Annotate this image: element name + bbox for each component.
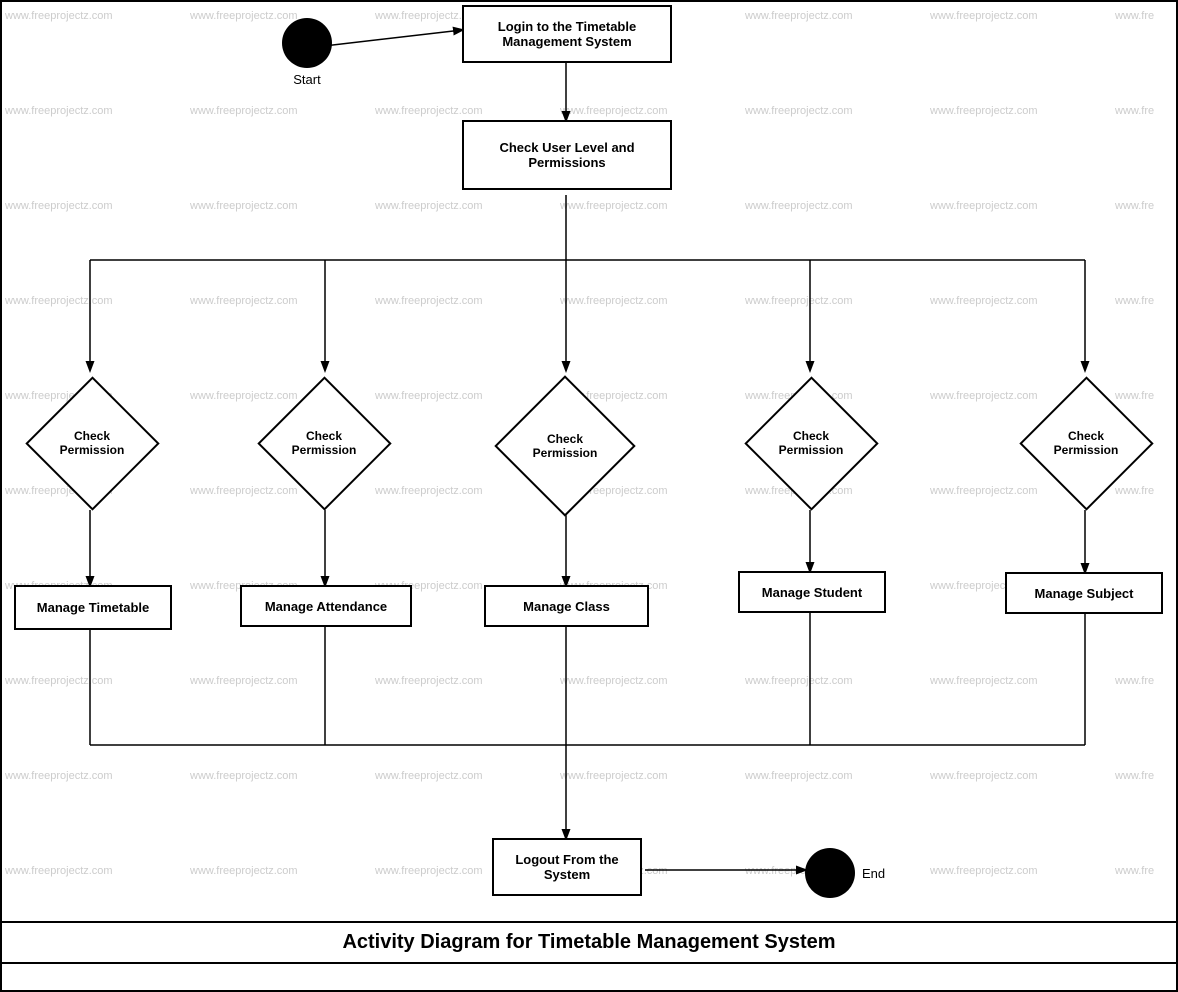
watermark: www.freeprojectz.com [745, 10, 853, 22]
watermark: www.fre [1115, 105, 1154, 117]
watermark: www.freeprojectz.com [930, 10, 1038, 22]
watermark: www.freeprojectz.com [745, 770, 853, 782]
watermark: www.freeprojectz.com [930, 200, 1038, 212]
watermark: www.freeprojectz.com [745, 200, 853, 212]
watermark: www.freeprojectz.com [930, 295, 1038, 307]
diamond3-wrapper: CheckPermission [490, 378, 640, 513]
watermark: www.freeprojectz.com [5, 10, 113, 22]
start-label: Start [282, 72, 332, 87]
manage-student-label: Manage Student [762, 585, 862, 600]
watermark: www.freeprojectz.com [560, 200, 668, 212]
watermark: www.fre [1115, 200, 1154, 212]
watermark: www.freeprojectz.com [190, 865, 298, 877]
watermark: www.freeprojectz.com [5, 770, 113, 782]
watermark: www.freeprojectz.com [745, 675, 853, 687]
watermark: www.freeprojectz.com [375, 865, 483, 877]
end-label: End [862, 866, 885, 881]
watermark: www.freeprojectz.com [190, 770, 298, 782]
diamond4-wrapper: CheckPermission [737, 378, 885, 508]
watermark: www.fre [1115, 295, 1154, 307]
watermark: www.freeprojectz.com [930, 770, 1038, 782]
diamond2-wrapper: CheckPermission [250, 378, 398, 508]
login-box: Login to the Timetable Management System [462, 5, 672, 63]
watermark: www.freeprojectz.com [5, 675, 113, 687]
watermark: www.freeprojectz.com [560, 770, 668, 782]
manage-subject-box: Manage Subject [1005, 572, 1163, 614]
watermark: www.freeprojectz.com [190, 105, 298, 117]
watermark: www.freeprojectz.com [375, 770, 483, 782]
diagram-title: Activity Diagram for Timetable Managemen… [0, 921, 1178, 964]
watermark: www.freeprojectz.com [375, 200, 483, 212]
logout-box: Logout From the System [492, 838, 642, 896]
watermark: www.freeprojectz.com [560, 295, 668, 307]
watermark: www.freeprojectz.com [375, 295, 483, 307]
watermark: www.freeprojectz.com [745, 105, 853, 117]
watermark: www.freeprojectz.com [190, 200, 298, 212]
watermark: www.freeprojectz.com [745, 295, 853, 307]
watermark: www.freeprojectz.com [560, 105, 668, 117]
check-permissions-label: Check User Level and Permissions [464, 140, 670, 170]
check-permissions-box: Check User Level and Permissions [462, 120, 672, 190]
login-label: Login to the Timetable Management System [464, 19, 670, 49]
watermark: www.freeprojectz.com [930, 675, 1038, 687]
diamond5-wrapper: CheckPermission [1012, 378, 1160, 508]
manage-subject-label: Manage Subject [1035, 586, 1134, 601]
watermark: www.fre [1115, 865, 1154, 877]
watermark: www.freeprojectz.com [190, 675, 298, 687]
watermark: www.freeprojectz.com [5, 865, 113, 877]
manage-student-box: Manage Student [738, 571, 886, 613]
diagram-title-text: Activity Diagram for Timetable Managemen… [342, 931, 835, 953]
watermark: www.fre [1115, 10, 1154, 22]
logout-label: Logout From the System [494, 852, 640, 882]
watermark: www.freeprojectz.com [5, 105, 113, 117]
watermark: www.freeprojectz.com [930, 105, 1038, 117]
manage-class-box: Manage Class [484, 585, 649, 627]
start-circle [282, 18, 332, 68]
watermark: www.freeprojectz.com [560, 675, 668, 687]
diamond1-wrapper: CheckPermission [18, 378, 166, 508]
watermark: www.freeprojectz.com [375, 675, 483, 687]
manage-timetable-box: Manage Timetable [14, 585, 172, 630]
manage-attendance-box: Manage Attendance [240, 585, 412, 627]
manage-timetable-label: Manage Timetable [37, 600, 149, 615]
watermark: www.fre [1115, 675, 1154, 687]
end-circle [805, 848, 855, 898]
manage-attendance-label: Manage Attendance [265, 599, 387, 614]
watermark: www.freeprojectz.com [5, 200, 113, 212]
watermark: www.freeprojectz.com [375, 105, 483, 117]
watermark: www.freeprojectz.com [190, 295, 298, 307]
watermark: www.fre [1115, 770, 1154, 782]
watermark: www.freeprojectz.com [190, 10, 298, 22]
watermark: www.freeprojectz.com [930, 865, 1038, 877]
watermark: www.freeprojectz.com [5, 295, 113, 307]
manage-class-label: Manage Class [523, 599, 610, 614]
